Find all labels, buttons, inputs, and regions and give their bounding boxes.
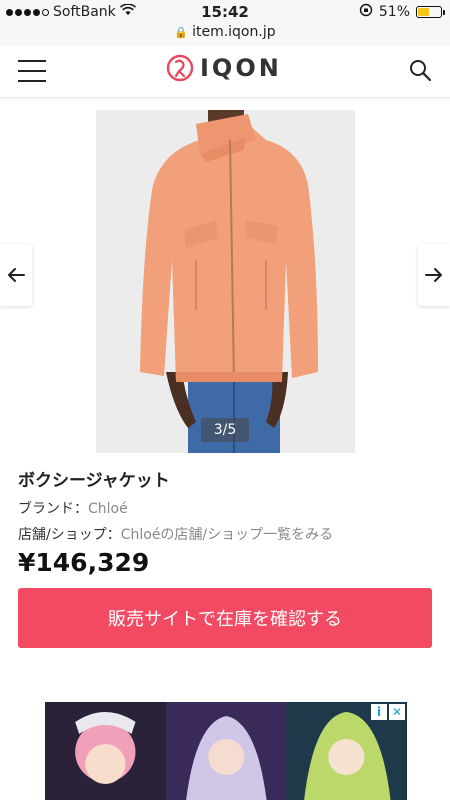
ad-character-3: i ✕ bbox=[286, 702, 407, 800]
shop-link[interactable]: Chloéの店舗/ショップ一覧をみる bbox=[121, 527, 333, 543]
url-bar[interactable]: 🔒 item.iqon.jp bbox=[0, 24, 450, 46]
status-right: 51% bbox=[359, 3, 445, 21]
site-logo[interactable]: IQON bbox=[166, 54, 282, 82]
next-image-button[interactable] bbox=[418, 244, 450, 306]
lock-icon: 🔒 bbox=[174, 26, 189, 39]
product-title: ボクシージャケット bbox=[18, 471, 170, 491]
ad-banner[interactable]: i ✕ bbox=[45, 702, 407, 800]
check-stock-button[interactable]: 販売サイトで在庫を確認する bbox=[18, 588, 432, 648]
logo-text: IQON bbox=[200, 54, 282, 82]
ad-character-1 bbox=[45, 702, 166, 800]
battery-icon bbox=[416, 6, 445, 18]
shop-row: 店舗/ショップ：Chloéの店舗/ショップ一覧をみる bbox=[18, 524, 333, 544]
logo-mark-icon bbox=[166, 54, 194, 82]
ad-close-icon[interactable]: ✕ bbox=[389, 704, 406, 720]
site-header: IQON bbox=[0, 46, 450, 98]
menu-icon[interactable] bbox=[18, 60, 46, 82]
ad-controls: i ✕ bbox=[371, 704, 406, 720]
arrow-right-icon bbox=[425, 268, 442, 282]
arrow-left-icon bbox=[8, 268, 25, 282]
url-text: item.iqon.jp bbox=[192, 24, 276, 40]
prev-image-button[interactable] bbox=[0, 244, 32, 306]
brand-label: ブランド： bbox=[18, 501, 88, 517]
image-counter: 3/5 bbox=[201, 418, 249, 442]
product-price: ¥146,329 bbox=[18, 548, 150, 577]
shop-label: 店舗/ショップ： bbox=[18, 527, 121, 543]
rotation-lock-icon bbox=[359, 3, 373, 21]
ad-info-icon[interactable]: i bbox=[371, 704, 388, 720]
brand-link[interactable]: Chloé bbox=[88, 501, 128, 517]
ad-character-2 bbox=[165, 702, 287, 800]
product-image[interactable] bbox=[96, 110, 355, 453]
search-icon[interactable] bbox=[408, 58, 432, 82]
brand-row: ブランド：Chloé bbox=[18, 498, 128, 518]
status-bar: SoftBank 15:42 51% bbox=[0, 0, 450, 24]
battery-percent: 51% bbox=[378, 4, 410, 20]
